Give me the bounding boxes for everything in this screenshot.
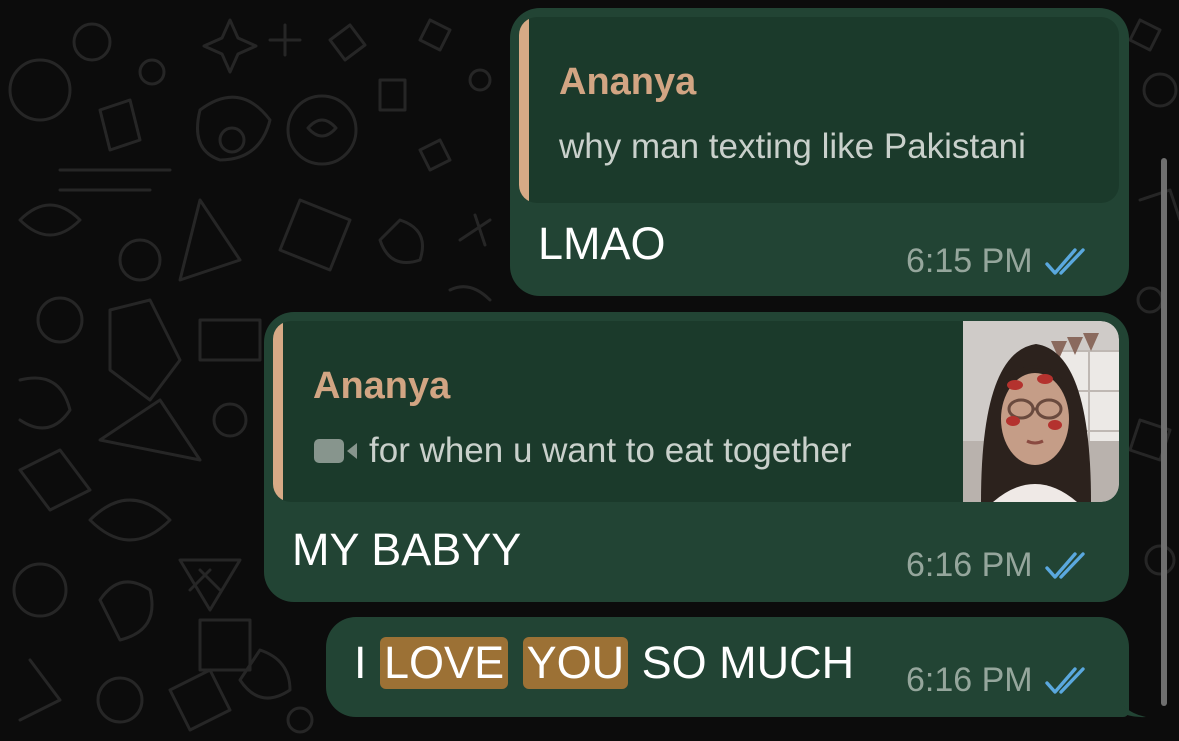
message-text-part: SO MUCH <box>641 637 855 688</box>
reply-quote[interactable]: Ananya for when u want to eat together <box>273 321 1119 502</box>
bubble-tail <box>1118 694 1146 718</box>
message-meta: 6:16 PM <box>906 546 1093 585</box>
message-text: I LOVE YOU SO MUCH <box>354 637 854 689</box>
reply-quote[interactable]: Ananya why man texting like Pakistani <box>519 17 1119 203</box>
search-highlight: LOVE <box>380 637 509 689</box>
chat-view: Ananya why man texting like Pakistani LM… <box>0 0 1179 741</box>
read-double-check-icon <box>1044 551 1093 581</box>
message-time: 6:16 PM <box>906 546 1033 584</box>
search-highlight: YOU <box>522 637 629 689</box>
message-meta: 6:16 PM <box>906 661 1093 700</box>
quote-author: Ananya <box>313 365 451 407</box>
scrollbar[interactable] <box>1161 158 1167 706</box>
quote-text: for when u want to eat together <box>313 431 852 473</box>
message-text-part: I <box>354 637 367 688</box>
message-bubble[interactable]: Ananya for when u want to eat together M… <box>264 312 1129 602</box>
message-text: MY BABYY <box>292 524 522 575</box>
message-bubble[interactable]: Ananya why man texting like Pakistani LM… <box>510 8 1129 296</box>
message-time: 6:16 PM <box>906 661 1033 699</box>
message-meta: 6:15 PM <box>906 242 1093 281</box>
video-camera-icon <box>313 433 359 473</box>
reply-quote-bar <box>273 321 283 502</box>
quote-text-content: for when u want to eat together <box>369 431 852 470</box>
reply-quote-bar <box>519 17 529 203</box>
quote-author: Ananya <box>559 61 697 103</box>
quote-text: why man texting like Pakistani <box>559 127 1026 166</box>
message-time: 6:15 PM <box>906 242 1033 280</box>
message-bubble[interactable]: I LOVE YOU SO MUCH 6:16 PM <box>326 617 1129 717</box>
message-text: LMAO <box>538 218 666 269</box>
video-thumbnail[interactable] <box>963 321 1119 502</box>
read-double-check-icon <box>1044 247 1093 277</box>
read-double-check-icon <box>1044 666 1093 696</box>
